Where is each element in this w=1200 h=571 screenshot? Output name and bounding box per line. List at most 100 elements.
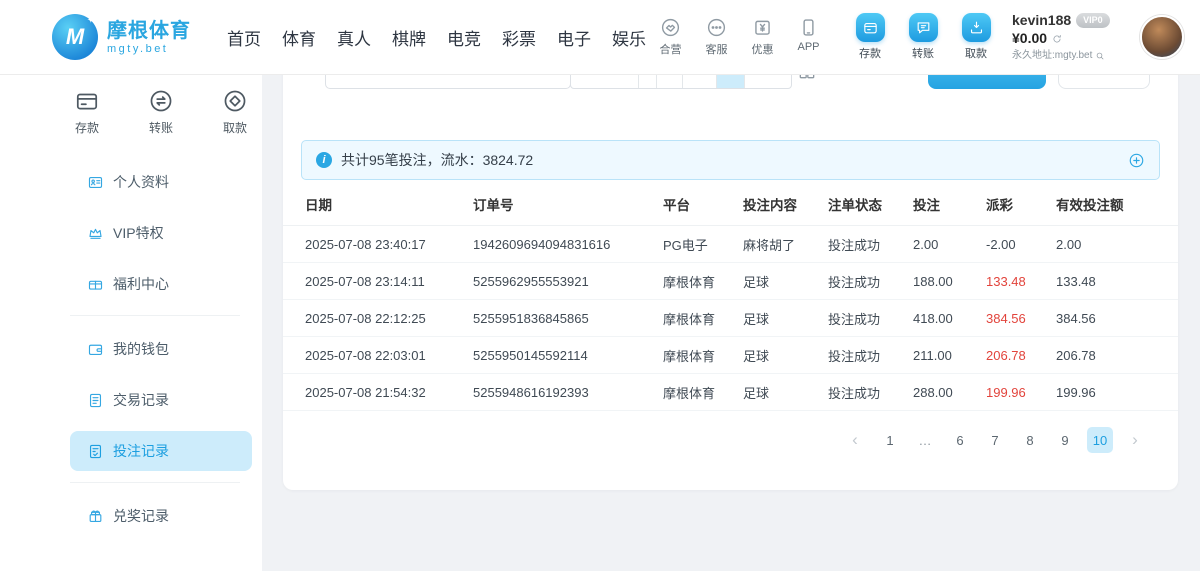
grid-icon[interactable] <box>797 75 817 81</box>
quicklink-app[interactable]: APP <box>789 17 828 57</box>
balance: ¥0.00 <box>1012 30 1047 48</box>
next-button[interactable]: › <box>1122 427 1148 453</box>
sidebar-item-label: 投注记录 <box>113 441 169 461</box>
cell-bet: 211.00 <box>913 348 986 363</box>
filter-segment-selected[interactable] <box>717 75 745 88</box>
avatar[interactable] <box>1140 15 1184 59</box>
wallet-action-withdraw[interactable]: 取款 <box>954 13 998 61</box>
filter-input[interactable] <box>325 75 571 89</box>
page-button-6[interactable]: 6 <box>947 427 973 453</box>
transfer-outline-icon <box>148 88 174 114</box>
sidebar-shortcut-withdraw[interactable]: 取款 <box>222 88 248 136</box>
prize-icon <box>87 508 104 525</box>
filter-segment[interactable] <box>683 75 717 88</box>
summary-bar: i 共计95笔投注，流水：3824.72 <box>301 140 1160 180</box>
sidebar-item-transactions[interactable]: 交易记录 <box>70 380 252 420</box>
cell-content: 足球 <box>743 383 828 402</box>
sidebar-shortcut-transfer[interactable]: 转账 <box>148 88 174 136</box>
filter-segment[interactable] <box>745 75 791 88</box>
quicklink-handshake[interactable]: 合营 <box>651 17 690 57</box>
nav-item-5[interactable]: 彩票 <box>502 25 536 50</box>
cell-content: 足球 <box>743 272 828 291</box>
nav-item-0[interactable]: 首页 <box>227 25 261 50</box>
table-row[interactable]: 2025-07-08 23:14:115255962955553921摩根体育足… <box>283 263 1178 300</box>
search-icon[interactable] <box>1095 51 1105 61</box>
filter-segment[interactable] <box>657 75 683 88</box>
page-button-9[interactable]: 9 <box>1052 427 1078 453</box>
page-button-7[interactable]: 7 <box>982 427 1008 453</box>
page: M ✦ 摩根体育 mgty.bet 首页体育真人棋牌电竞彩票电子娱乐 合营客服优… <box>0 0 1200 571</box>
sidebar-shortcut-deposit[interactable]: 存款 <box>74 88 100 136</box>
cell-payout: -2.00 <box>986 237 1056 252</box>
cell-payout: 206.78 <box>986 348 1056 363</box>
deposit-outline-icon <box>74 88 100 114</box>
promo-icon <box>752 17 773 38</box>
quicklink-label: 优惠 <box>752 41 774 57</box>
cell-order: 5255948616192393 <box>473 385 663 400</box>
user-block[interactable]: kevin188 VIP0 ¥0.00 永久地址:mgty.bet <box>1012 12 1128 63</box>
table-row[interactable]: 2025-07-08 23:40:171942609694094831616PG… <box>283 226 1178 263</box>
wallet-action-deposit[interactable]: 存款 <box>848 13 892 61</box>
nav-item-6[interactable]: 电子 <box>557 25 591 50</box>
table-row[interactable]: 2025-07-08 22:12:255255951836845865摩根体育足… <box>283 300 1178 337</box>
search-button[interactable] <box>928 75 1046 89</box>
nav-item-1[interactable]: 体育 <box>282 25 316 50</box>
wallet-action-label: 取款 <box>965 45 987 61</box>
cell-bet: 188.00 <box>913 274 986 289</box>
cell-date: 2025-07-08 23:40:17 <box>305 237 473 252</box>
sidebar-item-vip[interactable]: VIP特权 <box>70 213 252 253</box>
table-row[interactable]: 2025-07-08 22:03:015255950145592114摩根体育足… <box>283 337 1178 374</box>
quicklink-support[interactable]: 客服 <box>697 17 736 57</box>
app-icon <box>798 17 819 38</box>
page-button-10[interactable]: 10 <box>1087 427 1113 453</box>
vip-icon <box>87 225 104 242</box>
cell-order: 5255951836845865 <box>473 311 663 326</box>
cell-status: 投注成功 <box>828 346 913 365</box>
sidebar-item-label: 交易记录 <box>113 390 169 410</box>
header-wallet-actions: 存款转账 取款 <box>848 13 998 61</box>
filter-segment[interactable] <box>639 75 657 88</box>
nav-item-3[interactable]: 棋牌 <box>392 25 426 50</box>
nav-item-4[interactable]: 电竞 <box>447 25 481 50</box>
deposit-icon <box>856 13 885 42</box>
cell-status: 投注成功 <box>828 272 913 291</box>
wallet-action-label: 转账 <box>912 45 934 61</box>
vip-badge: VIP0 <box>1076 13 1110 27</box>
cell-status: 投注成功 <box>828 383 913 402</box>
page-button-8[interactable]: 8 <box>1017 427 1043 453</box>
sidebar-item-profile[interactable]: 个人资料 <box>70 162 252 202</box>
transactions-icon <box>87 392 104 409</box>
wallet-action-transfer[interactable]: 转账 <box>901 13 945 61</box>
header-quick-links: 合营客服优惠 APP <box>651 17 828 57</box>
cell-status: 投注成功 <box>828 309 913 328</box>
cell-bet: 418.00 <box>913 311 986 326</box>
sidebar-item-wallet[interactable]: 我的钱包 <box>70 329 252 369</box>
transfer-icon <box>915 19 932 36</box>
cell-platform: 摩根体育 <box>663 309 743 328</box>
column-header: 注单状态 <box>828 194 913 214</box>
prev-button[interactable]: ‹ <box>842 427 868 453</box>
sidebar-item-bets[interactable]: 投注记录 <box>70 431 252 471</box>
transfer-icon <box>909 13 938 42</box>
shortcut-label: 取款 <box>223 119 247 136</box>
star-icon: ✦ <box>87 15 95 26</box>
sidebar-item-prize[interactable]: 兑奖记录 <box>70 496 252 536</box>
table-row[interactable]: 2025-07-08 21:54:325255948616192393摩根体育足… <box>283 374 1178 411</box>
refresh-balance-icon[interactable] <box>1051 33 1063 45</box>
logo[interactable]: M ✦ 摩根体育 mgty.bet <box>52 14 191 60</box>
cell-valid: 206.78 <box>1056 348 1160 363</box>
filter-segment[interactable] <box>571 75 639 88</box>
nav-item-2[interactable]: 真人 <box>337 25 371 50</box>
reset-button[interactable] <box>1058 75 1150 89</box>
menu-divider <box>70 315 240 316</box>
nav-item-7[interactable]: 娱乐 <box>612 25 646 50</box>
cell-content: 足球 <box>743 346 828 365</box>
logo-title: 摩根体育 <box>107 20 191 42</box>
quicklink-promo[interactable]: 优惠 <box>743 17 782 57</box>
sidebar-item-welfare[interactable]: 福利中心 <box>70 264 252 304</box>
page-button-1[interactable]: 1 <box>877 427 903 453</box>
info-icon: i <box>316 152 332 168</box>
cell-platform: 摩根体育 <box>663 383 743 402</box>
plus-circle-icon[interactable] <box>1128 152 1145 169</box>
column-header: 订单号 <box>473 194 663 214</box>
